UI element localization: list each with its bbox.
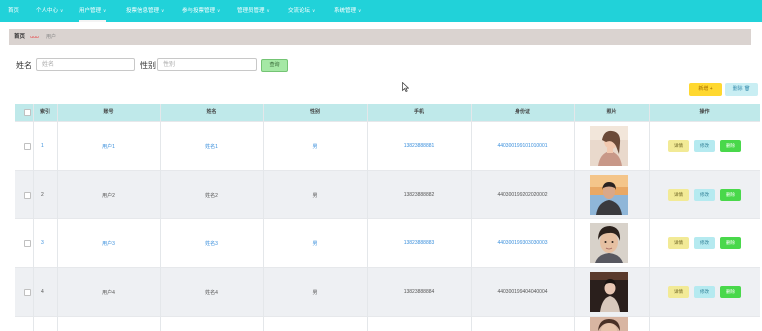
row-phone: 13823888882 bbox=[403, 192, 435, 198]
delete-button[interactable]: 删除 bbox=[720, 189, 741, 201]
row-account: 用户3 bbox=[102, 241, 115, 247]
user-photo bbox=[590, 126, 628, 166]
edit-button[interactable]: 修改 bbox=[694, 189, 715, 201]
search-button[interactable]: 查询 bbox=[261, 59, 288, 72]
nav-item-forum[interactable]: 交流论坛 ∨ bbox=[288, 0, 315, 22]
delete-button[interactable]: 删除 bbox=[720, 140, 741, 152]
row-index: 3 bbox=[41, 240, 44, 246]
user-photo bbox=[590, 272, 628, 312]
row-gender: 男 bbox=[312, 241, 318, 247]
column-header-index: 索引 bbox=[39, 109, 50, 115]
row-checkbox[interactable] bbox=[24, 192, 31, 199]
column-header-actions: 操作 bbox=[699, 109, 710, 115]
breadcrumb: 首页 ᴗᴗᴗ 用户 bbox=[9, 29, 751, 45]
row-phone: 13823888884 bbox=[403, 289, 435, 295]
column-divider bbox=[160, 104, 161, 331]
nav-item-admin-management[interactable]: 管理员管理 ∨ bbox=[237, 0, 270, 22]
breadcrumb-separator-icon: ᴗᴗᴗ bbox=[30, 34, 39, 40]
row-name: 姓名4 bbox=[205, 290, 218, 296]
row-name: 姓名2 bbox=[205, 193, 218, 199]
column-header-photo: 照片 bbox=[606, 109, 617, 115]
row-index: 1 bbox=[41, 143, 44, 149]
row-checkbox[interactable] bbox=[24, 240, 31, 247]
gender-label: 性别 bbox=[140, 61, 156, 70]
nav-item-label: 投票信息管理 bbox=[126, 8, 160, 14]
nav-item-home[interactable]: 首页 bbox=[8, 0, 19, 22]
detail-button[interactable]: 详情 bbox=[668, 286, 689, 298]
chevron-down-icon: ∨ bbox=[266, 8, 270, 13]
nav-item-vote-participation-management[interactable]: 参与投票管理 ∨ bbox=[182, 0, 220, 22]
column-header-gender: 性别 bbox=[309, 109, 320, 115]
row-gender: 男 bbox=[312, 144, 318, 150]
mouse-cursor-icon bbox=[402, 82, 409, 92]
batch-delete-button[interactable]: 删除 🗑 bbox=[725, 83, 758, 96]
column-divider bbox=[57, 104, 58, 331]
row-gender: 男 bbox=[312, 193, 318, 199]
nav-item-label: 个人中心 bbox=[36, 8, 59, 14]
row-index: 2 bbox=[41, 192, 44, 198]
nav-item-label: 系统管理 bbox=[334, 8, 357, 14]
column-header-name: 姓名 bbox=[206, 109, 217, 115]
name-input[interactable] bbox=[36, 58, 135, 71]
user-photo bbox=[590, 317, 628, 331]
row-phone: 13823888883 bbox=[403, 240, 435, 246]
row-checkbox[interactable] bbox=[24, 143, 31, 150]
nav-item-system-management[interactable]: 系统管理 ∨ bbox=[334, 0, 361, 22]
breadcrumb-current: 用户 bbox=[46, 34, 57, 40]
detail-button[interactable]: 详情 bbox=[668, 189, 689, 201]
row-phone: 13823888881 bbox=[403, 143, 435, 149]
row-account: 用户4 bbox=[102, 290, 115, 296]
nav-item-personal-center[interactable]: 个人中心 ∨ bbox=[36, 0, 63, 22]
nav-item-label: 管理员管理 bbox=[237, 8, 265, 14]
breadcrumb-home[interactable]: 首页 bbox=[14, 29, 25, 45]
select-all-checkbox[interactable] bbox=[24, 109, 31, 116]
row-name: 姓名3 bbox=[205, 241, 218, 247]
row-account: 用户1 bbox=[102, 144, 115, 150]
delete-button[interactable]: 删除 bbox=[720, 237, 741, 249]
edit-button[interactable]: 修改 bbox=[694, 286, 715, 298]
chevron-down-icon: ∨ bbox=[312, 8, 316, 13]
row-account: 用户2 bbox=[102, 193, 115, 199]
row-idcard: 440300199101010001 bbox=[497, 143, 548, 149]
chevron-down-icon: ∨ bbox=[161, 8, 165, 13]
column-divider bbox=[574, 104, 575, 331]
row-checkbox[interactable] bbox=[24, 289, 31, 296]
gender-input[interactable] bbox=[157, 58, 257, 71]
chevron-down-icon: ∨ bbox=[358, 8, 362, 13]
edit-button[interactable]: 修改 bbox=[694, 140, 715, 152]
column-divider bbox=[33, 104, 34, 331]
chevron-down-icon: ∨ bbox=[217, 8, 221, 13]
column-header-account: 账号 bbox=[103, 109, 114, 115]
user-photo bbox=[590, 223, 628, 263]
nav-item-label: 首页 bbox=[8, 8, 20, 14]
column-divider bbox=[263, 104, 264, 331]
row-gender: 男 bbox=[312, 290, 318, 296]
name-label: 姓名 bbox=[16, 61, 32, 70]
column-header-idcard: 身份证 bbox=[514, 109, 530, 115]
detail-button[interactable]: 详情 bbox=[668, 237, 689, 249]
column-header-phone: 手机 bbox=[413, 109, 424, 115]
user-photo bbox=[590, 175, 628, 215]
chevron-down-icon: ∨ bbox=[60, 8, 64, 13]
edit-button[interactable]: 修改 bbox=[694, 237, 715, 249]
nav-item-vote-info-management[interactable]: 投票信息管理 ∨ bbox=[126, 0, 164, 22]
row-idcard: 440300199303030003 bbox=[497, 240, 548, 246]
nav-item-label: 交流论坛 bbox=[288, 8, 311, 14]
add-button[interactable]: 新增 + bbox=[689, 83, 722, 96]
column-divider bbox=[471, 104, 472, 331]
column-divider bbox=[367, 104, 368, 331]
nav-item-label: 参与投票管理 bbox=[182, 8, 216, 14]
column-divider bbox=[649, 104, 650, 331]
row-idcard: 440300199202020002 bbox=[497, 192, 548, 198]
top-nav: 首页 个人中心 ∨ 用户管理 ∨ 投票信息管理 ∨ 参与投票管理 ∨ 管理员管理 ∨ 交流… bbox=[0, 0, 762, 22]
delete-button[interactable]: 删除 bbox=[720, 286, 741, 298]
row-idcard: 440300199404040004 bbox=[497, 289, 548, 295]
nav-item-label: 用户管理 bbox=[79, 8, 102, 14]
detail-button[interactable]: 详情 bbox=[668, 140, 689, 152]
row-index: 4 bbox=[41, 289, 44, 295]
row-name: 姓名1 bbox=[205, 144, 218, 150]
nav-item-user-management[interactable]: 用户管理 ∨ bbox=[79, 0, 107, 22]
chevron-down-icon: ∨ bbox=[103, 8, 107, 13]
